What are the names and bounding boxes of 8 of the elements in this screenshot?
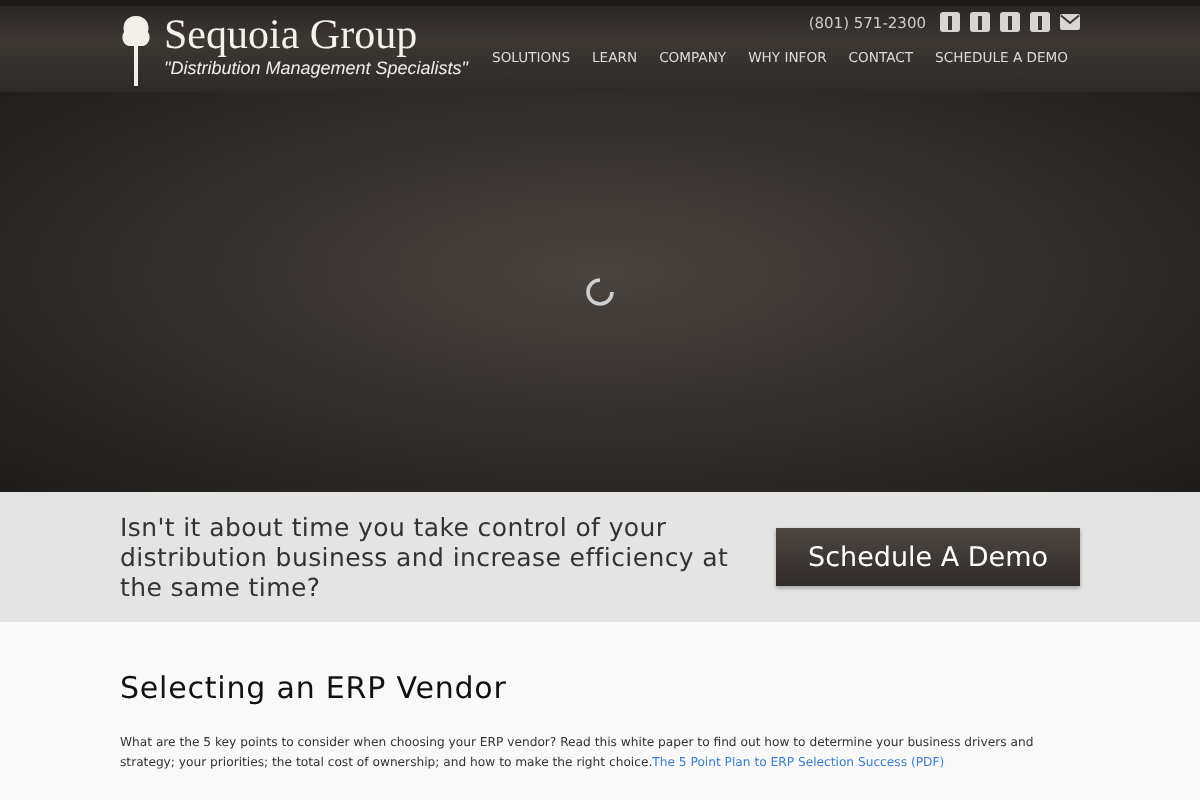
article-heading: Selecting an ERP Vendor (120, 670, 509, 706)
cta-text: Isn't it about time you take control of your distribution business and increase efficiency at the same time? (120, 512, 731, 602)
tree-icon (120, 12, 152, 88)
loading-spinner-icon (584, 276, 616, 308)
envelope-icon[interactable] (1060, 14, 1080, 30)
logo-title: Sequoia Group (164, 12, 420, 56)
schedule-demo-button[interactable]: Schedule A Demo (776, 528, 1080, 586)
logo-tagline: "Distribution Management Specialists" (164, 57, 468, 80)
